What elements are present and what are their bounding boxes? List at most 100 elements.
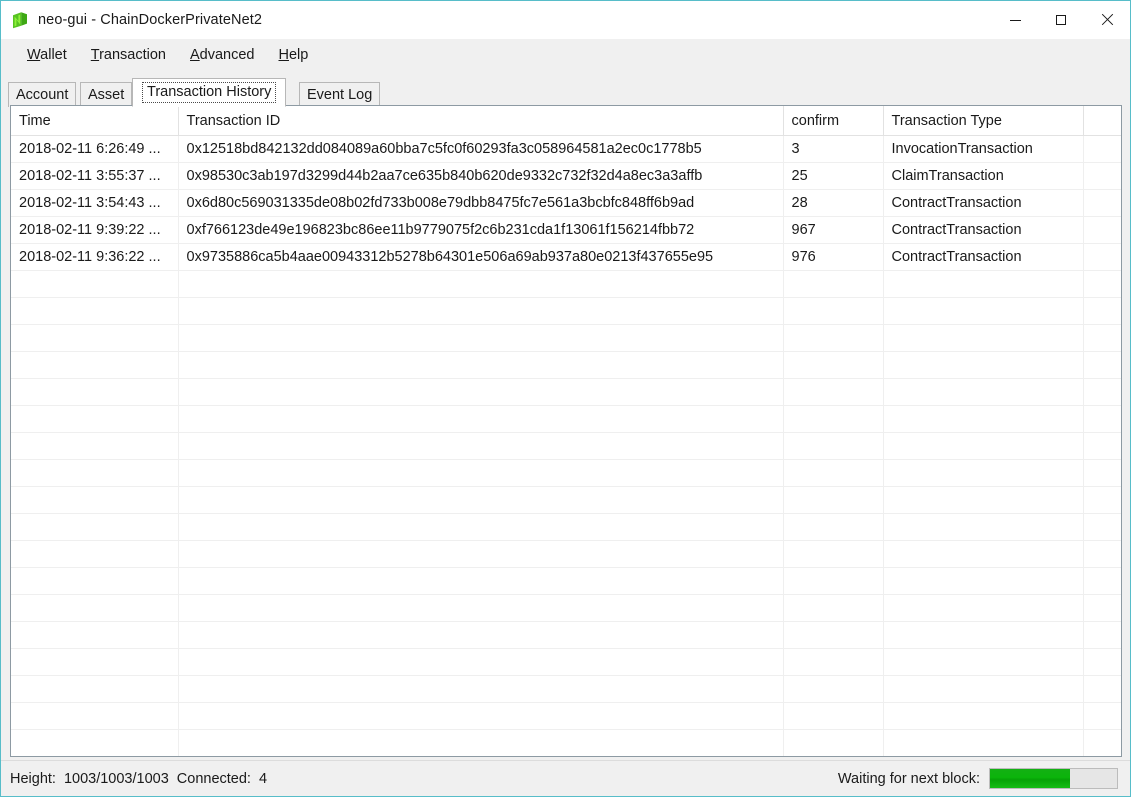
transaction-history-grid[interactable]: Time Transaction ID confirm Transaction … bbox=[10, 105, 1122, 757]
cell-empty bbox=[11, 757, 178, 758]
cell-time: 2018-02-11 3:54:43 ... bbox=[11, 189, 179, 217]
cell-empty bbox=[11, 378, 179, 406]
menu-wallet[interactable]: Wallet bbox=[15, 43, 79, 67]
table-row-empty[interactable] bbox=[11, 459, 1121, 487]
cell-empty bbox=[783, 378, 884, 406]
column-header-transaction-id[interactable]: Transaction ID bbox=[178, 106, 784, 136]
cell-empty bbox=[883, 567, 1084, 595]
table-row-empty[interactable] bbox=[11, 324, 1121, 352]
status-right-group: Waiting for next block: bbox=[838, 768, 1118, 789]
cell-filler bbox=[1083, 135, 1121, 163]
cell-empty bbox=[783, 621, 884, 649]
cell-empty bbox=[178, 648, 784, 676]
table-row-empty[interactable] bbox=[11, 567, 1121, 595]
neo-logo-icon bbox=[10, 10, 30, 30]
cell-empty bbox=[1083, 513, 1121, 541]
cell-empty bbox=[883, 297, 1084, 325]
table-row[interactable]: 2018-02-11 9:36:22 ... 0x9735886ca5b4aae0… bbox=[11, 243, 1121, 271]
menu-transaction[interactable]: Transaction bbox=[79, 43, 178, 67]
cell-empty bbox=[883, 648, 1084, 676]
column-header-confirm[interactable]: confirm bbox=[783, 106, 884, 136]
cell-empty bbox=[783, 297, 884, 325]
transaction-table: Time Transaction ID confirm Transaction … bbox=[11, 106, 1122, 758]
table-row-empty[interactable] bbox=[11, 351, 1121, 379]
table-row-empty[interactable] bbox=[11, 702, 1121, 730]
height-value: 1003/1003/1003 bbox=[63, 770, 169, 787]
cell-confirm: 28 bbox=[783, 189, 884, 217]
cell-empty bbox=[883, 621, 1084, 649]
tab-asset[interactable]: Asset bbox=[80, 82, 133, 107]
column-header-filler[interactable] bbox=[1083, 106, 1121, 136]
cell-empty bbox=[178, 675, 784, 703]
cell-filler bbox=[1083, 216, 1121, 244]
column-header-transaction-type[interactable]: Transaction Type bbox=[883, 106, 1084, 136]
column-header-time[interactable]: Time bbox=[11, 106, 179, 136]
cell-empty bbox=[1083, 378, 1121, 406]
cell-empty bbox=[1083, 567, 1121, 595]
table-header: Time Transaction ID confirm Transaction … bbox=[11, 106, 1121, 136]
table-row-empty[interactable] bbox=[11, 729, 1121, 756]
cell-empty bbox=[11, 594, 179, 622]
cell-empty bbox=[178, 351, 784, 379]
cell-empty bbox=[178, 621, 784, 649]
menu-wallet-label: allet bbox=[40, 47, 67, 63]
table-row[interactable]: 2018-02-11 6:26:49 ... 0x12518bd842132dd0… bbox=[11, 135, 1121, 163]
table-row-empty[interactable] bbox=[11, 405, 1121, 433]
cell-empty bbox=[883, 324, 1084, 352]
minimize-button[interactable] bbox=[992, 1, 1038, 39]
tab-account[interactable]: Account bbox=[8, 82, 77, 107]
table-row-empty[interactable] bbox=[11, 378, 1121, 406]
table-row-empty[interactable] bbox=[11, 486, 1121, 514]
cell-type: ContractTransaction bbox=[883, 189, 1084, 217]
cell-empty bbox=[783, 702, 884, 730]
cell-empty bbox=[783, 432, 884, 460]
cell-type: ClaimTransaction bbox=[883, 162, 1084, 190]
table-row-empty[interactable] bbox=[11, 675, 1121, 703]
cell-empty bbox=[1083, 594, 1121, 622]
maximize-button[interactable] bbox=[1038, 1, 1084, 39]
table-row-empty[interactable] bbox=[11, 621, 1121, 649]
cell-empty bbox=[11, 567, 179, 595]
table-header-row: Time Transaction ID confirm Transaction … bbox=[11, 106, 1121, 136]
tab-transaction-history[interactable]: Transaction History bbox=[132, 78, 287, 107]
tab-asset-label: Asset bbox=[88, 87, 125, 103]
cell-empty bbox=[1083, 432, 1121, 460]
cell-empty bbox=[11, 297, 179, 325]
cell-empty bbox=[178, 432, 784, 460]
table-row-empty[interactable] bbox=[11, 648, 1121, 676]
cell-empty bbox=[11, 540, 179, 568]
table-row-empty[interactable] bbox=[11, 540, 1121, 568]
table-row[interactable]: 2018-02-11 3:55:37 ... 0x98530c3ab197d329… bbox=[11, 162, 1121, 190]
cell-empty bbox=[178, 540, 784, 568]
title-bar: neo-gui - ChainDockerPrivateNet2 bbox=[1, 1, 1130, 39]
cell-empty bbox=[1083, 270, 1121, 298]
menu-help[interactable]: Help bbox=[267, 43, 321, 67]
sync-progress-bar bbox=[989, 768, 1118, 789]
tab-event-log[interactable]: Event Log bbox=[299, 82, 381, 107]
cell-filler bbox=[1083, 243, 1121, 271]
cell-empty bbox=[178, 729, 784, 756]
cell-txid: 0x98530c3ab197d3299d44b2aa7ce635b840b620… bbox=[178, 162, 784, 190]
cell-empty bbox=[178, 757, 783, 758]
table-row-empty[interactable] bbox=[11, 757, 1122, 758]
cell-txid: 0x12518bd842132dd084089a60bba7c5fc0f6029… bbox=[178, 135, 784, 163]
cell-empty bbox=[178, 270, 784, 298]
cell-empty bbox=[883, 270, 1084, 298]
maximize-icon bbox=[1056, 15, 1066, 25]
table-row[interactable]: 2018-02-11 3:54:43 ... 0x6d80c569031335de… bbox=[11, 189, 1121, 217]
menu-advanced-mnemonic: A bbox=[190, 47, 200, 63]
table-row[interactable]: 2018-02-11 9:39:22 ... 0xf766123de49e1968… bbox=[11, 216, 1121, 244]
close-button[interactable] bbox=[1084, 1, 1130, 39]
table-row-empty[interactable] bbox=[11, 297, 1121, 325]
cell-empty bbox=[1083, 324, 1121, 352]
cell-empty bbox=[1083, 459, 1121, 487]
menu-advanced[interactable]: Advanced bbox=[178, 43, 267, 67]
table-row-empty[interactable] bbox=[11, 594, 1121, 622]
cell-empty bbox=[883, 351, 1084, 379]
table-row-empty[interactable] bbox=[11, 432, 1121, 460]
cell-empty bbox=[11, 324, 179, 352]
cell-confirm: 3 bbox=[783, 135, 884, 163]
table-row-empty[interactable] bbox=[11, 513, 1121, 541]
cell-empty bbox=[883, 486, 1084, 514]
table-row-empty[interactable] bbox=[11, 270, 1121, 298]
